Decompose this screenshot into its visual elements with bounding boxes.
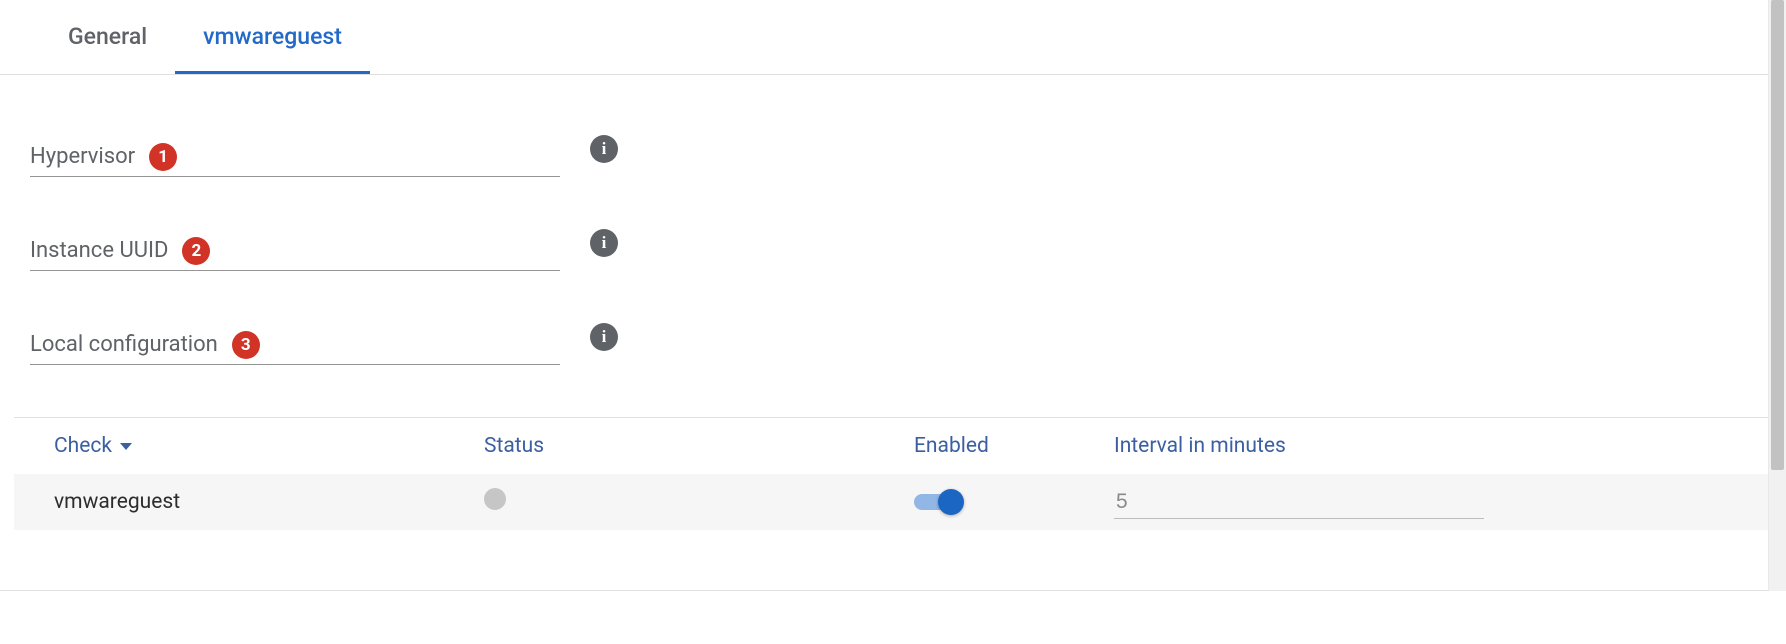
config-fields: Hypervisor 1 i Instance UUID 2 i Local c… — [0, 75, 1786, 417]
local-config-input[interactable] — [260, 325, 560, 364]
local-config-input-wrap[interactable]: Local configuration 3 — [30, 325, 560, 365]
table-row: vmwareguest — [14, 474, 1772, 530]
status-dot-icon — [484, 488, 506, 510]
hypervisor-label: Hypervisor — [30, 144, 135, 169]
bottom-divider — [0, 590, 1786, 591]
tabs-bar: General vmwareguest — [0, 0, 1786, 75]
tab-label: vmwareguest — [203, 23, 342, 50]
vertical-scrollbar[interactable] — [1768, 0, 1786, 591]
interval-input[interactable] — [1114, 485, 1484, 519]
hypervisor-input-wrap[interactable]: Hypervisor 1 — [30, 137, 560, 177]
col-interval-header[interactable]: Interval in minutes — [1114, 434, 1732, 458]
tab-general[interactable]: General — [40, 0, 175, 74]
col-check-header[interactable]: Check — [54, 434, 484, 458]
info-icon[interactable]: i — [590, 229, 618, 257]
cell-interval — [1114, 485, 1732, 519]
tab-vmwareguest[interactable]: vmwareguest — [175, 0, 370, 74]
sort-caret-down-icon — [120, 443, 132, 450]
instance-uuid-input-wrap[interactable]: Instance UUID 2 — [30, 231, 560, 271]
info-icon[interactable]: i — [590, 323, 618, 351]
table-header-row: Check Status Enabled Interval in minutes — [14, 418, 1772, 474]
col-check-label: Check — [54, 434, 112, 458]
annotation-badge-2: 2 — [182, 237, 210, 265]
cell-status — [484, 488, 914, 516]
info-icon[interactable]: i — [590, 135, 618, 163]
col-status-label: Status — [484, 434, 544, 458]
field-instance-uuid-row: Instance UUID 2 i — [30, 229, 1756, 273]
checks-table: Check Status Enabled Interval in minutes… — [14, 417, 1772, 530]
field-local-config-row: Local configuration 3 i — [30, 323, 1756, 367]
enabled-toggle[interactable] — [914, 494, 958, 510]
cell-enabled — [914, 494, 1114, 510]
hypervisor-input[interactable] — [177, 137, 560, 176]
col-status-header[interactable]: Status — [484, 434, 914, 458]
scrollbar-thumb[interactable] — [1771, 0, 1784, 470]
instance-uuid-label: Instance UUID — [30, 238, 168, 263]
cell-check-name: vmwareguest — [54, 490, 484, 514]
field-hypervisor-row: Hypervisor 1 i — [30, 135, 1756, 179]
toggle-knob-icon — [938, 489, 964, 515]
local-config-label: Local configuration — [30, 332, 218, 357]
tab-label: General — [68, 23, 147, 50]
annotation-badge-1: 1 — [149, 143, 177, 171]
annotation-badge-3: 3 — [232, 331, 260, 359]
col-interval-label: Interval in minutes — [1114, 434, 1286, 458]
instance-uuid-input[interactable] — [210, 231, 560, 270]
col-enabled-header[interactable]: Enabled — [914, 434, 1114, 458]
col-enabled-label: Enabled — [914, 434, 989, 458]
